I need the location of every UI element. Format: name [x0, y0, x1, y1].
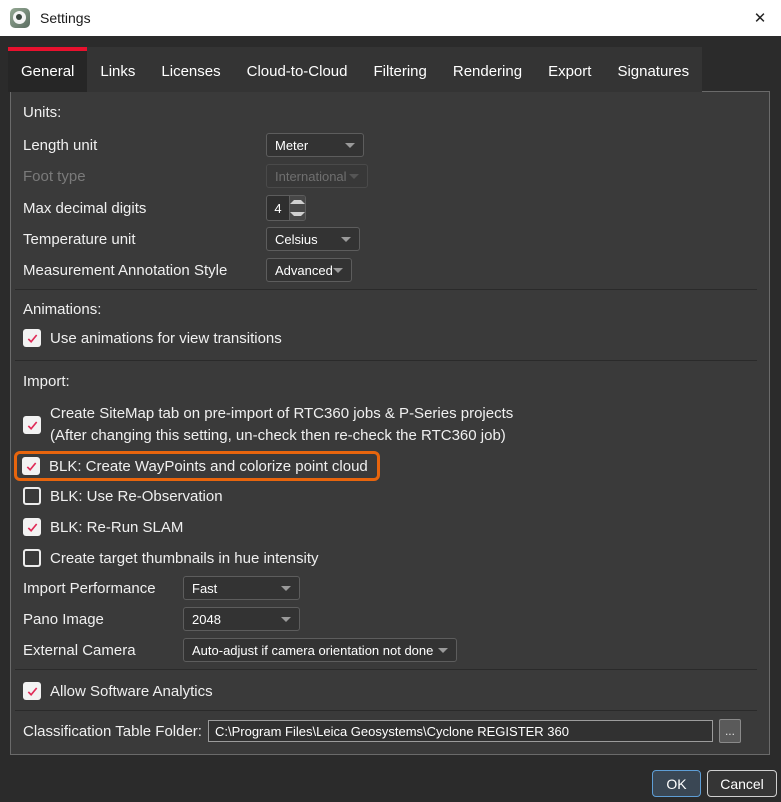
chevron-down-icon [281, 586, 291, 591]
spinner-up-button[interactable] [290, 196, 305, 208]
max-decimal-digits-row: Max decimal digits 4 [23, 195, 759, 221]
target-thumbnails-row: Create target thumbnails in hue intensit… [23, 548, 759, 568]
checkmark-icon [26, 332, 39, 345]
measurement-annotation-style-dropdown[interactable]: Advanced [266, 258, 352, 282]
animations-section-label: Animations: [23, 301, 759, 319]
target-thumbnails-label: Create target thumbnails in hue intensit… [50, 550, 318, 567]
classification-folder-input[interactable] [208, 720, 713, 742]
allow-analytics-row: Allow Software Analytics [23, 681, 759, 701]
measurement-annotation-style-row: Measurement Annotation Style Advanced [23, 258, 759, 282]
measurement-annotation-style-label: Measurement Annotation Style [23, 262, 266, 279]
use-animations-label: Use animations for view transitions [50, 330, 282, 347]
app-icon [10, 8, 30, 28]
dialog-footer: OK Cancel [652, 770, 777, 797]
max-decimal-digits-stepper[interactable]: 4 [266, 195, 306, 221]
tab-links[interactable]: Links [87, 47, 148, 92]
chevron-down-icon [281, 617, 291, 622]
chevron-down-icon [341, 237, 351, 242]
external-camera-value: Auto-adjust if camera orientation not do… [192, 643, 433, 658]
blk-waypoints-label: BLK: Create WayPoints and colorize point… [49, 458, 368, 475]
temperature-unit-dropdown[interactable]: Celsius [266, 227, 360, 251]
use-animations-checkbox[interactable] [23, 329, 41, 347]
foot-type-label: Foot type [23, 168, 266, 185]
divider [15, 669, 757, 670]
chevron-down-icon [438, 648, 448, 653]
temperature-unit-label: Temperature unit [23, 231, 266, 248]
divider [15, 710, 757, 711]
allow-analytics-checkbox[interactable] [23, 682, 41, 700]
checkmark-icon [25, 460, 38, 473]
external-camera-row: External Camera Auto-adjust if camera or… [23, 638, 759, 662]
tab-strip: General Links Licenses Cloud-to-Cloud Fi… [8, 47, 702, 92]
tab-signatures[interactable]: Signatures [604, 47, 702, 92]
blk-rerun-slam-checkbox[interactable] [23, 518, 41, 536]
import-section-label: Import: [23, 373, 759, 391]
triangle-down-icon [290, 212, 305, 216]
temperature-unit-value: Celsius [275, 232, 318, 247]
divider [15, 289, 757, 290]
external-camera-label: External Camera [23, 642, 183, 659]
import-performance-dropdown[interactable]: Fast [183, 576, 300, 600]
tab-general[interactable]: General [8, 47, 87, 92]
blk-reobservation-row: BLK: Use Re-Observation [23, 486, 759, 506]
chevron-down-icon [333, 268, 343, 273]
checkmark-icon [26, 685, 39, 698]
foot-type-dropdown: International [266, 164, 368, 188]
create-sitemap-checkbox[interactable] [23, 416, 41, 434]
tab-filtering[interactable]: Filtering [361, 47, 440, 92]
cancel-button[interactable]: Cancel [707, 770, 777, 797]
foot-type-row: Foot type International [23, 164, 759, 188]
window-title: Settings [40, 10, 91, 26]
length-unit-label: Length unit [23, 137, 266, 154]
pano-image-row: Pano Image 2048 [23, 607, 759, 631]
target-thumbnails-checkbox[interactable] [23, 549, 41, 567]
allow-analytics-label: Allow Software Analytics [50, 683, 213, 700]
units-section-label: Units: [23, 104, 759, 122]
create-sitemap-row: Create SiteMap tab on pre-import of RTC3… [23, 403, 759, 447]
import-performance-value: Fast [192, 581, 217, 596]
divider [15, 360, 757, 361]
close-icon[interactable]: ✕ [739, 0, 781, 36]
classification-folder-label: Classification Table Folder: [23, 723, 202, 740]
triangle-up-icon [290, 200, 305, 204]
blk-waypoints-highlight-box: BLK: Create WayPoints and colorize point… [14, 451, 380, 481]
pano-image-dropdown[interactable]: 2048 [183, 607, 300, 631]
use-animations-row: Use animations for view transitions [23, 328, 759, 348]
checkmark-icon [26, 521, 39, 534]
blk-waypoints-checkbox[interactable] [22, 457, 40, 475]
checkmark-icon [26, 419, 39, 432]
measurement-annotation-style-value: Advanced [275, 263, 333, 278]
max-decimal-digits-label: Max decimal digits [23, 200, 266, 217]
ok-button[interactable]: OK [652, 770, 701, 797]
length-unit-dropdown[interactable]: Meter [266, 133, 364, 157]
general-settings-panel: Units: Length unit Meter Foot type Inter… [10, 91, 770, 755]
import-performance-label: Import Performance [23, 580, 183, 597]
blk-reobservation-checkbox[interactable] [23, 487, 41, 505]
blk-reobservation-label: BLK: Use Re-Observation [50, 488, 223, 505]
foot-type-value: International [275, 169, 347, 184]
length-unit-value: Meter [275, 138, 308, 153]
create-sitemap-label: Create SiteMap tab on pre-import of RTC3… [50, 403, 513, 447]
chevron-down-icon [345, 143, 355, 148]
blk-rerun-slam-label: BLK: Re-Run SLAM [50, 519, 183, 536]
tab-rendering[interactable]: Rendering [440, 47, 535, 92]
blk-rerun-slam-row: BLK: Re-Run SLAM [23, 517, 759, 537]
external-camera-dropdown[interactable]: Auto-adjust if camera orientation not do… [183, 638, 457, 662]
browse-button[interactable]: ... [719, 719, 741, 743]
tab-export[interactable]: Export [535, 47, 604, 92]
tab-cloud-to-cloud[interactable]: Cloud-to-Cloud [234, 47, 361, 92]
tab-licenses[interactable]: Licenses [148, 47, 233, 92]
classification-folder-row: Classification Table Folder: ... [23, 719, 759, 743]
import-performance-row: Import Performance Fast [23, 576, 759, 600]
max-decimal-digits-value: 4 [267, 196, 289, 220]
chevron-down-icon [349, 174, 359, 179]
temperature-unit-row: Temperature unit Celsius [23, 227, 759, 251]
pano-image-label: Pano Image [23, 611, 183, 628]
spinner-down-button[interactable] [290, 208, 305, 220]
length-unit-row: Length unit Meter [23, 133, 759, 157]
pano-image-value: 2048 [192, 612, 221, 627]
title-bar: Settings ✕ [0, 0, 781, 36]
